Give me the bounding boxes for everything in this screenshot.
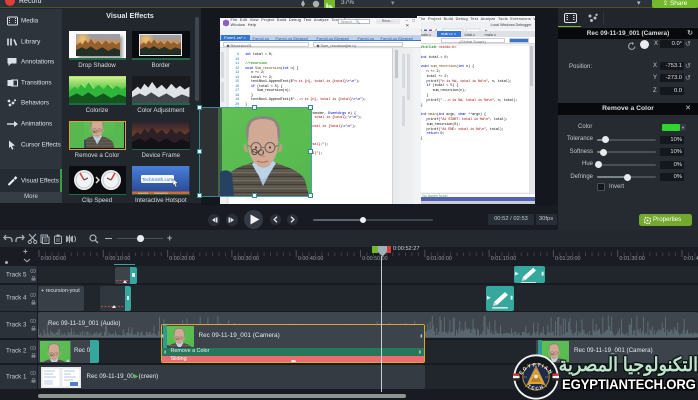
svg-text:TechSmith.com: TechSmith.com <box>142 177 174 182</box>
